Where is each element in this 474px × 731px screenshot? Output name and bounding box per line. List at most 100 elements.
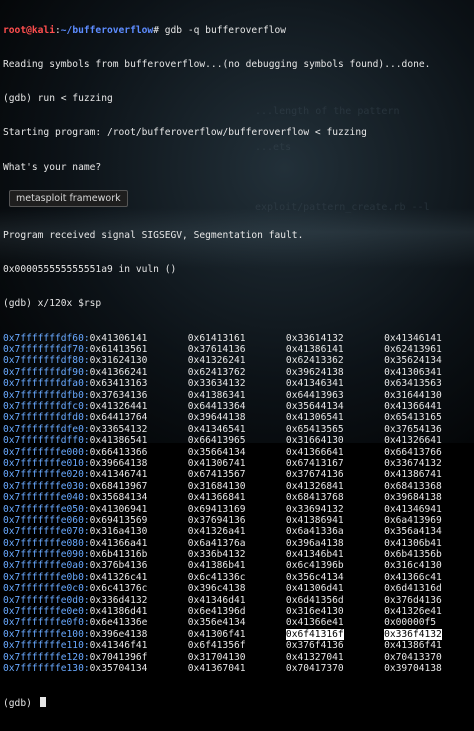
memory-value[interactable]: 0x37654136 [384, 424, 474, 435]
memory-value[interactable]: 0x356e4134 [188, 617, 286, 628]
memory-value[interactable]: 0x61413561 [90, 344, 188, 355]
memory-value[interactable]: 0x6b41316b [90, 549, 188, 560]
memory-value[interactable]: 0x31644130 [384, 390, 474, 401]
gdb-input-line[interactable]: (gdb) [3, 697, 474, 709]
memory-value[interactable]: 0x41346341 [286, 378, 384, 389]
memory-value[interactable]: 0x31664130 [286, 435, 384, 446]
memory-value[interactable]: 0x31624130 [90, 355, 188, 366]
memory-value[interactable]: 0x66413965 [188, 435, 286, 446]
memory-value[interactable]: 0x41346541 [188, 424, 286, 435]
memory-value[interactable]: 0x396c4138 [188, 583, 286, 594]
memory-value[interactable]: 0x6f41316f [285, 628, 384, 640]
memory-value[interactable]: 0x316c4130 [384, 560, 474, 571]
memory-value[interactable]: 0x336f4132 [384, 628, 474, 640]
memory-value[interactable]: 0x41366a41 [90, 538, 188, 549]
memory-value[interactable]: 0x41367041 [188, 663, 286, 674]
memory-value[interactable]: 0x6d41316d [384, 583, 474, 594]
memory-value[interactable]: 0x336b4132 [188, 549, 286, 560]
memory-value[interactable]: 0x41366e41 [286, 617, 384, 628]
memory-value[interactable]: 0x62413362 [286, 355, 384, 366]
memory-value[interactable]: 0x356a4134 [384, 526, 474, 537]
memory-value[interactable]: 0x41306f41 [188, 629, 286, 640]
memory-value[interactable]: 0x336d4132 [90, 595, 188, 606]
memory-value[interactable]: 0x63413163 [90, 378, 188, 389]
memory-value[interactable]: 0x41326e41 [384, 606, 474, 617]
memory-value[interactable]: 0x6c41396b [286, 560, 384, 571]
memory-value[interactable]: 0x67413167 [286, 458, 384, 469]
memory-value[interactable]: 0x37634136 [90, 390, 188, 401]
memory-value[interactable]: 0x6e41336e [90, 617, 188, 628]
memory-value[interactable]: 0x6b41356b [384, 549, 474, 560]
memory-value[interactable]: 0x37614136 [188, 344, 286, 355]
memory-value[interactable]: 0x41306341 [384, 367, 474, 378]
memory-value[interactable]: 0x70417370 [286, 663, 384, 674]
memory-value[interactable]: 0x41386341 [188, 390, 286, 401]
memory-value[interactable]: 0x37674136 [286, 469, 384, 480]
memory-value[interactable]: 0x39684138 [384, 492, 474, 503]
memory-value[interactable]: 0x66413766 [384, 447, 474, 458]
memory-value[interactable]: 0x41346b41 [286, 549, 384, 560]
memory-value[interactable]: 0x41346141 [384, 333, 474, 344]
memory-value[interactable]: 0x68413368 [384, 481, 474, 492]
memory-value[interactable]: 0x6d41356d [286, 595, 384, 606]
memory-value[interactable]: 0x33614132 [286, 333, 384, 344]
memory-value[interactable]: 0x35664134 [188, 447, 286, 458]
memory-value[interactable]: 0x41326641 [384, 435, 474, 446]
memory-value[interactable]: 0x41366241 [90, 367, 188, 378]
memory-value[interactable]: 0x70413370 [384, 652, 474, 663]
memory-value[interactable]: 0x41386741 [384, 469, 474, 480]
memory-value[interactable]: 0x37694136 [188, 515, 286, 526]
memory-value[interactable]: 0x35624134 [384, 355, 474, 366]
memory-value[interactable]: 0x39704138 [384, 663, 474, 674]
memory-value[interactable]: 0x41366841 [188, 492, 286, 503]
memory-value[interactable]: 0x69413169 [188, 504, 286, 515]
memory-value[interactable]: 0x64413963 [286, 390, 384, 401]
memory-value[interactable]: 0x41386d41 [90, 606, 188, 617]
terminal-window[interactable]: ...length of the pattern ...ets exploit/… [0, 0, 474, 709]
memory-value[interactable]: 0x35684134 [90, 492, 188, 503]
memory-value[interactable]: 0x35644134 [286, 401, 384, 412]
memory-value[interactable]: 0x68413967 [90, 481, 188, 492]
memory-value[interactable]: 0x41366641 [286, 447, 384, 458]
memory-value[interactable]: 0x41386141 [286, 344, 384, 355]
memory-value[interactable]: 0x62413762 [188, 367, 286, 378]
memory-value[interactable]: 0x7041396f [90, 652, 188, 663]
memory-value[interactable]: 0x64413364 [188, 401, 286, 412]
memory-value[interactable]: 0x41306941 [90, 504, 188, 515]
memory-value[interactable]: 0x41366441 [384, 401, 474, 412]
memory-value[interactable]: 0x6a41376a [188, 538, 286, 549]
memory-value[interactable]: 0x41306141 [90, 333, 188, 344]
memory-value[interactable]: 0x39664138 [90, 458, 188, 469]
memory-value[interactable]: 0x41306741 [188, 458, 286, 469]
memory-value[interactable]: 0x376b4136 [90, 560, 188, 571]
memory-value[interactable]: 0x65413565 [286, 424, 384, 435]
memory-value[interactable]: 0x33634132 [188, 378, 286, 389]
memory-value[interactable]: 0x67413567 [188, 469, 286, 480]
memory-value[interactable]: 0x39644138 [188, 412, 286, 423]
memory-value[interactable]: 0x41326841 [286, 481, 384, 492]
memory-value[interactable]: 0x41366c41 [384, 572, 474, 583]
memory-value[interactable]: 0x41326441 [90, 401, 188, 412]
memory-value[interactable]: 0x396a4138 [286, 538, 384, 549]
terminal-output[interactable]: root@kali:~/bufferoverflow# gdb -q buffe… [3, 2, 474, 731]
memory-value[interactable]: 0x6a41336a [286, 526, 384, 537]
memory-value[interactable]: 0x41346d41 [188, 595, 286, 606]
memory-value[interactable]: 0x316e4130 [286, 606, 384, 617]
memory-value[interactable]: 0x68413768 [286, 492, 384, 503]
memory-value[interactable]: 0x356c4134 [286, 572, 384, 583]
memory-value[interactable]: 0x6e41396d [188, 606, 286, 617]
selected-value[interactable]: 0x336f4132 [384, 628, 442, 640]
memory-value[interactable]: 0x41346741 [90, 469, 188, 480]
memory-value[interactable]: 0x61413161 [188, 333, 286, 344]
memory-value[interactable]: 0x31684130 [188, 481, 286, 492]
memory-value[interactable]: 0x69413569 [90, 515, 188, 526]
memory-value[interactable]: 0x41386b41 [188, 560, 286, 571]
memory-value[interactable]: 0x41306d41 [286, 583, 384, 594]
memory-value[interactable]: 0x376d4136 [384, 595, 474, 606]
memory-value[interactable]: 0x41326c41 [90, 572, 188, 583]
memory-value[interactable]: 0x63413563 [384, 378, 474, 389]
memory-value[interactable]: 0x41386941 [286, 515, 384, 526]
memory-value[interactable]: 0x41306b41 [384, 538, 474, 549]
memory-value[interactable]: 0x41327041 [286, 652, 384, 663]
memory-value[interactable]: 0x41386f41 [384, 640, 474, 651]
